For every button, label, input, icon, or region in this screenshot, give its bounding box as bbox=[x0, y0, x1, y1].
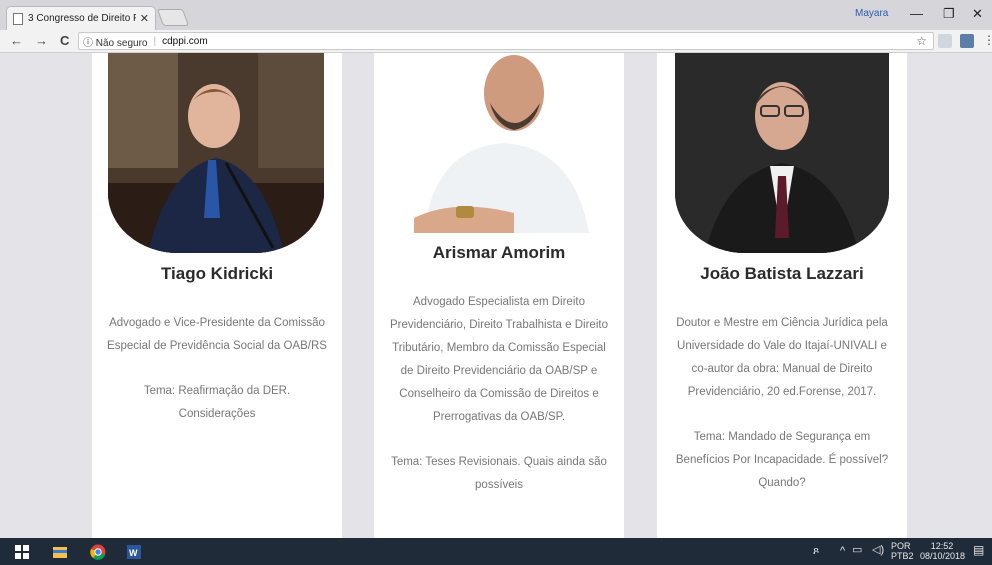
speaker-photo bbox=[675, 53, 889, 253]
taskbar: W ጾ ^ ▭ ◁) POR PTB2 12:52 08/10/2018 ▤ bbox=[0, 538, 992, 565]
page-content: Tiago Kidricki Advogado e Vice-President… bbox=[0, 53, 992, 538]
extension-icon[interactable] bbox=[960, 34, 974, 48]
url-input[interactable]: ⓘ Não seguro | cdppi.com ☆ bbox=[78, 32, 934, 50]
word-icon[interactable]: W bbox=[126, 544, 142, 560]
profile-name[interactable]: Mayara bbox=[855, 8, 888, 19]
clock[interactable]: 12:52 08/10/2018 bbox=[920, 541, 966, 561]
people-icon[interactable]: ጾ bbox=[813, 546, 819, 557]
reload-icon[interactable]: C bbox=[60, 33, 69, 48]
speaker-card: Tiago Kidricki Advogado e Vice-President… bbox=[92, 53, 342, 538]
browser-tab-bar: 3 Congresso de Direito P ✕ Mayara — ❐ ✕ bbox=[0, 0, 992, 30]
minimize-icon[interactable]: — bbox=[910, 6, 923, 21]
browser-tab[interactable]: 3 Congresso de Direito P ✕ bbox=[6, 6, 156, 30]
maximize-icon[interactable]: ❐ bbox=[943, 6, 955, 22]
notifications-icon[interactable]: ▤ bbox=[973, 544, 984, 556]
security-label[interactable]: ⓘ Não seguro bbox=[83, 34, 147, 49]
speaker-name: Tiago Kidricki bbox=[160, 264, 274, 283]
show-hidden-icons-icon[interactable]: ^ bbox=[840, 546, 845, 557]
svg-text:W: W bbox=[129, 548, 138, 558]
speaker-description: Advogado e Vice-Presidente da Comissão E… bbox=[106, 312, 328, 448]
language-code: POR bbox=[891, 541, 911, 551]
clock-date: 08/10/2018 bbox=[920, 551, 966, 561]
windows-start-icon[interactable] bbox=[14, 544, 30, 560]
speaker-bio: Advogado e Vice-Presidente da Comissão E… bbox=[107, 317, 327, 352]
menu-icon[interactable]: ⋮ bbox=[983, 33, 992, 47]
network-icon[interactable]: ▭ bbox=[852, 545, 862, 556]
new-tab-button[interactable] bbox=[156, 9, 190, 26]
clock-time: 12:52 bbox=[930, 541, 954, 551]
tab-close-icon[interactable]: ✕ bbox=[140, 12, 149, 25]
speaker-photo bbox=[108, 53, 324, 253]
keyboard-layout: PTB2 bbox=[891, 551, 914, 561]
volume-icon[interactable]: ◁) bbox=[872, 545, 884, 556]
bookmark-star-icon[interactable]: ☆ bbox=[916, 34, 927, 48]
speaker-name: Arismar Amorim bbox=[432, 243, 566, 262]
language-indicator[interactable]: POR PTB2 bbox=[891, 541, 914, 561]
forward-icon[interactable]: → bbox=[35, 33, 48, 48]
address-bar: ← → C ⓘ Não seguro | cdppi.com ☆ ⋮ bbox=[0, 30, 992, 53]
close-window-icon[interactable]: ✕ bbox=[972, 6, 983, 22]
back-icon[interactable]: ← bbox=[10, 33, 23, 48]
speaker-bio: Advogado Especialista em Direito Previde… bbox=[390, 296, 608, 423]
speaker-topic: Tema: Reafirmação da DER. Considerações bbox=[143, 385, 291, 420]
speaker-topic: Tema: Teses Revisionais. Quais ainda são… bbox=[391, 456, 607, 491]
file-explorer-icon[interactable] bbox=[52, 544, 68, 560]
tab-title: 3 Congresso de Direito P bbox=[28, 13, 136, 24]
chrome-icon[interactable] bbox=[90, 544, 106, 560]
speaker-name: João Batista Lazzari bbox=[700, 264, 864, 283]
speaker-description: Doutor e Mestre em Ciência Jurídica pela… bbox=[671, 312, 893, 517]
page-icon bbox=[13, 12, 23, 25]
speaker-description: Advogado Especialista em Direito Previde… bbox=[388, 291, 610, 519]
speaker-bio: Doutor e Mestre em Ciência Jurídica pela… bbox=[676, 317, 888, 398]
separator: | bbox=[153, 35, 157, 47]
speaker-topic: Tema: Mandado de Segurança em Benefícios… bbox=[675, 431, 889, 489]
url-text: cdppi.com bbox=[162, 35, 208, 47]
speaker-photo bbox=[414, 53, 594, 233]
speaker-card: João Batista Lazzari Doutor e Mestre em … bbox=[657, 53, 907, 538]
speaker-card: Arismar Amorim Advogado Especialista em … bbox=[374, 53, 624, 538]
extension-icon[interactable] bbox=[938, 34, 952, 48]
